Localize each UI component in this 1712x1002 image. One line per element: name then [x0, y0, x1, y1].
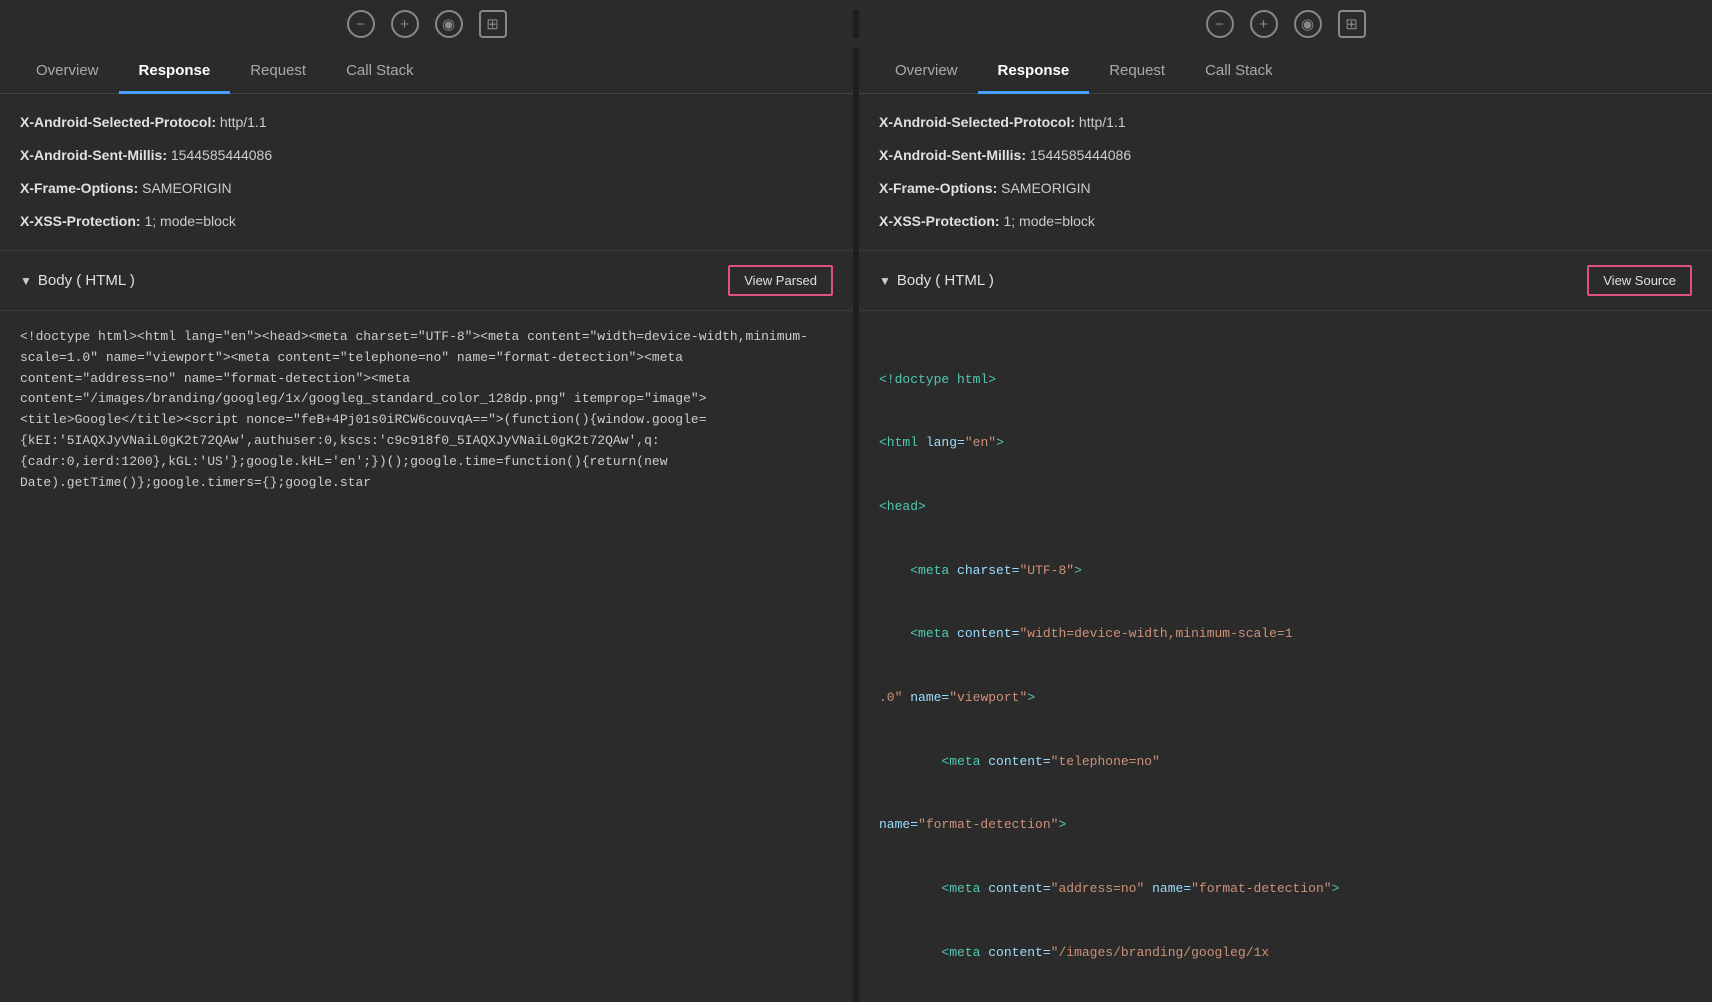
tab-response-right[interactable]: Response: [978, 48, 1090, 93]
src-line-1: <html lang="en">: [879, 432, 1692, 454]
tab-overview-left[interactable]: Overview: [16, 48, 119, 93]
header-val-0-right: http/1.1: [1079, 114, 1126, 130]
left-headers: X-Android-Selected-Protocol: http/1.1 X-…: [0, 94, 853, 251]
left-window-controls: − + ◉ ⊞: [0, 10, 853, 38]
header-val-3-right: 1; mode=block: [1003, 213, 1094, 229]
header-val-1-right: 1544585444086: [1030, 147, 1131, 163]
left-body-header: ▼ Body ( HTML ) View Parsed: [0, 251, 853, 311]
right-panel-content: X-Android-Selected-Protocol: http/1.1 X-…: [859, 94, 1712, 1002]
header-key-2-left: X-Frame-Options:: [20, 180, 138, 196]
triangle-icon-right: ▼: [879, 274, 891, 288]
header-key-3-right: X-XSS-Protection:: [879, 213, 1000, 229]
tab-response-left[interactable]: Response: [119, 48, 231, 93]
src-line-0: <!doctype html>: [879, 369, 1692, 391]
src-line-5b: name="format-detection">: [879, 814, 1692, 836]
maximize-icon-right[interactable]: +: [1250, 10, 1278, 38]
header-val-0-left: http/1.1: [220, 114, 267, 130]
minimize-icon-left[interactable]: −: [347, 10, 375, 38]
header-val-3-left: 1; mode=block: [144, 213, 235, 229]
right-body-header: ▼ Body ( HTML ) View Source: [859, 251, 1712, 311]
right-body-content: <!doctype html> <html lang="en"> <head> …: [859, 311, 1712, 1002]
tab-overview-right[interactable]: Overview: [875, 48, 978, 93]
header-row-0-right: X-Android-Selected-Protocol: http/1.1: [879, 106, 1692, 139]
triangle-icon-left: ▼: [20, 274, 32, 288]
tab-request-left[interactable]: Request: [230, 48, 326, 93]
right-window-controls: − + ◉ ⊞: [859, 10, 1712, 38]
header-row-2-right: X-Frame-Options: SAMEORIGIN: [879, 172, 1692, 205]
header-key-1-right: X-Android-Sent-Millis:: [879, 147, 1026, 163]
minimize-icon-right[interactable]: −: [1206, 10, 1234, 38]
view-parsed-button[interactable]: View Parsed: [728, 265, 833, 296]
header-val-2-left: SAMEORIGIN: [142, 180, 231, 196]
header-key-0-right: X-Android-Selected-Protocol:: [879, 114, 1075, 130]
right-panel: Overview Response Request Call Stack X-A…: [859, 48, 1712, 1002]
left-body-title: ▼ Body ( HTML ): [20, 272, 135, 289]
right-body-title-text: Body ( HTML ): [897, 272, 994, 289]
record-icon-right[interactable]: ◉: [1294, 10, 1322, 38]
header-key-1-left: X-Android-Sent-Millis:: [20, 147, 167, 163]
src-line-7: <meta content="/images/branding/googleg/…: [879, 942, 1692, 964]
header-val-1-left: 1544585444086: [171, 147, 272, 163]
src-line-6: <meta content="address=no" name="format-…: [879, 878, 1692, 900]
header-key-0-left: X-Android-Selected-Protocol:: [20, 114, 216, 130]
header-row-3-left: X-XSS-Protection: 1; mode=block: [20, 205, 833, 238]
src-line-3: <meta charset="UTF-8">: [879, 560, 1692, 582]
left-panel: Overview Response Request Call Stack X-A…: [0, 48, 853, 1002]
header-val-2-right: SAMEORIGIN: [1001, 180, 1090, 196]
src-line-4b: .0" name="viewport">: [879, 687, 1692, 709]
left-panel-content: X-Android-Selected-Protocol: http/1.1 X-…: [0, 94, 853, 1002]
right-body-section: ▼ Body ( HTML ) View Source <!doctype ht…: [859, 251, 1712, 1002]
header-key-2-right: X-Frame-Options:: [879, 180, 997, 196]
src-line-5: <meta content="telephone=no": [879, 751, 1692, 773]
maximize-icon-left[interactable]: +: [391, 10, 419, 38]
header-row-1-right: X-Android-Sent-Millis: 1544585444086: [879, 139, 1692, 172]
header-row-2-left: X-Frame-Options: SAMEORIGIN: [20, 172, 833, 205]
view-source-button[interactable]: View Source: [1587, 265, 1692, 296]
tab-callstack-right[interactable]: Call Stack: [1185, 48, 1293, 93]
header-row-3-right: X-XSS-Protection: 1; mode=block: [879, 205, 1692, 238]
layout-icon-left[interactable]: ⊞: [479, 10, 507, 38]
src-line-4: <meta content="width=device-width,minimu…: [879, 623, 1692, 645]
left-body-content: <!doctype html><html lang="en"><head><me…: [0, 311, 853, 509]
src-line-2: <head>: [879, 496, 1692, 518]
header-row-1-left: X-Android-Sent-Millis: 1544585444086: [20, 139, 833, 172]
tab-request-right[interactable]: Request: [1089, 48, 1185, 93]
left-tab-bar: Overview Response Request Call Stack: [0, 48, 853, 94]
left-body-title-text: Body ( HTML ): [38, 272, 135, 289]
layout-icon-right[interactable]: ⊞: [1338, 10, 1366, 38]
right-headers: X-Android-Selected-Protocol: http/1.1 X-…: [859, 94, 1712, 251]
header-row-0-left: X-Android-Selected-Protocol: http/1.1: [20, 106, 833, 139]
header-key-3-left: X-XSS-Protection:: [20, 213, 141, 229]
left-body-section: ▼ Body ( HTML ) View Parsed <!doctype ht…: [0, 251, 853, 509]
tab-callstack-left[interactable]: Call Stack: [326, 48, 434, 93]
right-body-title: ▼ Body ( HTML ): [879, 272, 994, 289]
record-icon-left[interactable]: ◉: [435, 10, 463, 38]
right-tab-bar: Overview Response Request Call Stack: [859, 48, 1712, 94]
